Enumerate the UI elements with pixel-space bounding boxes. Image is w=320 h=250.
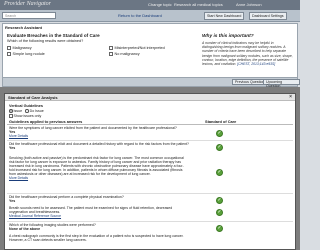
row-divider bbox=[7, 193, 293, 194]
user-name[interactable]: Anne Johnson bbox=[236, 2, 262, 7]
app-logo[interactable]: Provider Navigator bbox=[4, 1, 51, 7]
radio-do-issue[interactable] bbox=[25, 109, 29, 113]
panel-title: Evaluate Breaches in the Standard of Car… bbox=[7, 33, 100, 38]
row-question: Breath sounds need to be assessed. The p… bbox=[9, 206, 173, 215]
table-row: Breath sounds need to be assessed. The p… bbox=[9, 206, 291, 218]
table-row: A chest radiograph commonly is the first… bbox=[9, 234, 291, 242]
option-simple-lung-nodule[interactable]: Simple lung nodule bbox=[7, 52, 45, 56]
radio-do-issue-label: Do Issue bbox=[29, 109, 44, 113]
radio-issue[interactable] bbox=[9, 109, 13, 113]
checkbox-icon[interactable] bbox=[7, 46, 11, 50]
row-question: Did the healthcare professional elicit a… bbox=[9, 142, 189, 146]
option-no-malignancy[interactable]: No malignancy bbox=[109, 52, 140, 56]
dialog-title: Standard of Care Analysis bbox=[8, 95, 58, 100]
why-important-text: A number of clinical indicators may be h… bbox=[202, 41, 294, 66]
table-row: Were the symptoms of lung cancer elicite… bbox=[9, 126, 291, 138]
row-question: Smoking (both active and passive) is the… bbox=[9, 156, 184, 177]
option-malignancy[interactable]: Malignancy bbox=[7, 46, 32, 50]
citation-link[interactable]: [CHEST, 2013;143:e93S] bbox=[237, 62, 275, 66]
check-icon: ✓ bbox=[216, 169, 223, 176]
check-icon: ✓ bbox=[216, 144, 223, 151]
dashboard-settings-button[interactable]: Dashboard Settings bbox=[249, 12, 287, 20]
row-answer: Yes bbox=[9, 199, 16, 204]
option-label: Simple lung nodule bbox=[12, 52, 45, 56]
header-divider bbox=[7, 124, 293, 125]
checkbox-icon[interactable] bbox=[9, 114, 13, 118]
check-icon: ✓ bbox=[216, 130, 223, 137]
nav-bar: Search Return to the Dashboard Start New… bbox=[0, 10, 300, 22]
panel-header: Research Assistant bbox=[5, 25, 42, 30]
standard-of-care-dialog: Standard of Care Analysis × Vertical Gui… bbox=[4, 93, 296, 250]
row-answer: Yes bbox=[9, 146, 16, 151]
checkbox-icon[interactable] bbox=[109, 46, 113, 50]
radio-issue-label: Issue bbox=[13, 109, 23, 113]
check-icon: ✓ bbox=[216, 209, 223, 216]
reference-source-link[interactable]: Medical Journal Reference Source bbox=[9, 214, 291, 218]
checkbox-icon[interactable] bbox=[7, 52, 11, 56]
option-label: Misinterpreted/Not interpreted bbox=[114, 46, 165, 50]
option-label: Malignancy bbox=[12, 46, 32, 50]
research-assistant-panel: Research Assistant Evaluate Breaches in … bbox=[2, 23, 298, 78]
row-divider bbox=[7, 221, 293, 222]
row-question: Were the symptoms of lung cancer elicite… bbox=[9, 126, 177, 130]
why-important-title: Why is this important? bbox=[202, 34, 254, 39]
table-row: Which of the following imaging studies w… bbox=[9, 223, 291, 231]
checkbox-icon[interactable] bbox=[109, 52, 113, 56]
option-label: No malignancy bbox=[114, 52, 140, 56]
more-details-link[interactable]: More Details bbox=[9, 134, 291, 138]
option-misinterpreted[interactable]: Misinterpreted/Not interpreted bbox=[109, 46, 165, 50]
return-to-dashboard-link[interactable]: Return to the Dashboard bbox=[118, 13, 162, 18]
search-input[interactable]: Search bbox=[2, 12, 56, 19]
top-bar: Provider Navigator Change topic Research… bbox=[0, 0, 300, 10]
table-row: Smoking (both active and passive) is the… bbox=[9, 156, 291, 180]
show-issues-label: Show issues only bbox=[13, 114, 42, 118]
table-row: Did the healthcare professional elicit a… bbox=[9, 142, 291, 150]
check-icon: ✓ bbox=[216, 225, 223, 232]
upcoming-question-button[interactable]: Upcoming Question bbox=[263, 79, 300, 88]
panel-question: Which of the following results were obta… bbox=[7, 39, 84, 43]
dialog-header: Standard of Care Analysis × bbox=[5, 94, 295, 101]
check-icon: ✓ bbox=[216, 197, 223, 204]
row-divider bbox=[7, 140, 293, 141]
row-answer: None of the above bbox=[9, 227, 41, 232]
row-question: A chest radiograph commonly is the first… bbox=[9, 234, 184, 243]
research-topics-link[interactable]: Research all medical topics bbox=[174, 2, 223, 7]
more-details-link[interactable]: More Details bbox=[9, 176, 291, 180]
vertical-guidelines-label: Vertical Guidelines bbox=[9, 104, 43, 108]
change-topic-link[interactable]: Change topic bbox=[148, 2, 172, 7]
guideline-radio-group: Issue Do Issue bbox=[9, 109, 47, 113]
start-new-dashboard-button[interactable]: Start New Dashboard bbox=[204, 12, 245, 20]
table-row: Did the healthcare professional perform … bbox=[9, 195, 291, 203]
show-issues-only-toggle[interactable]: Show issues only bbox=[9, 114, 41, 118]
close-icon[interactable]: × bbox=[289, 94, 292, 100]
